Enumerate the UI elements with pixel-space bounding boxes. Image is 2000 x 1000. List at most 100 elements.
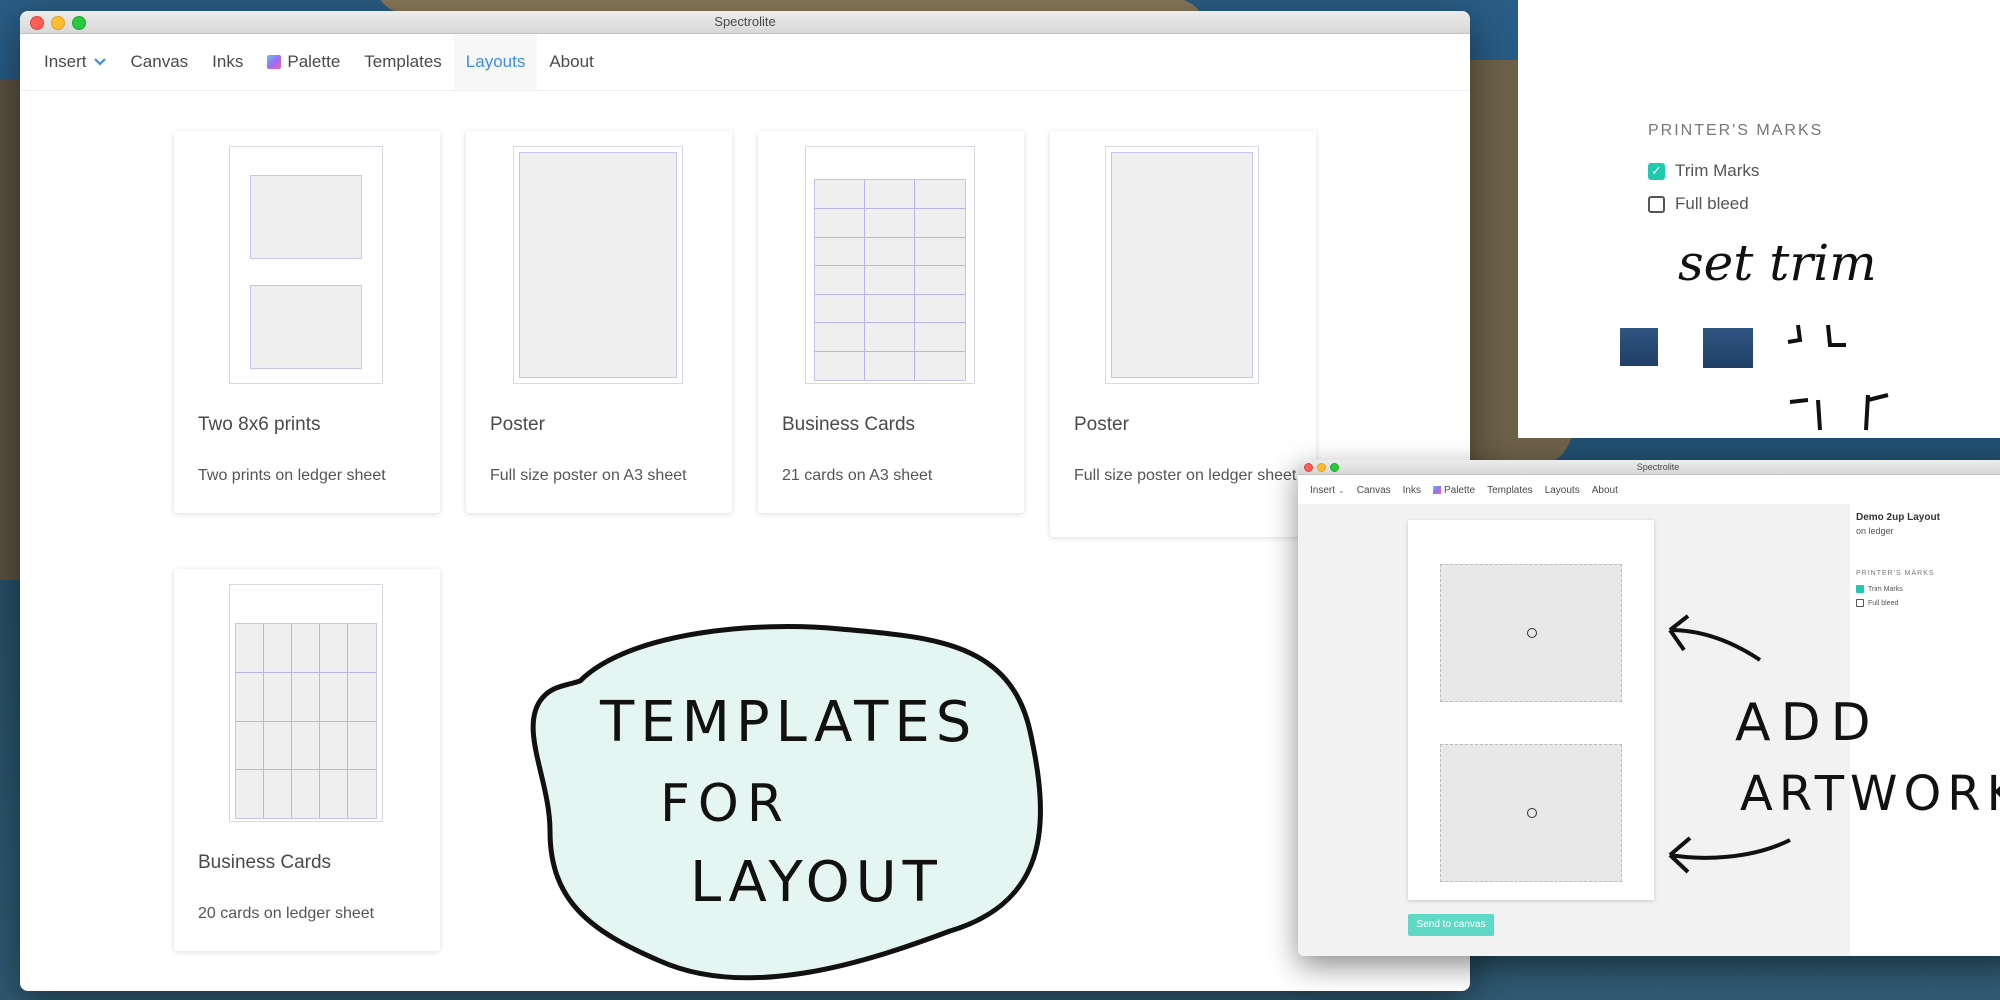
template-thumbnail [805,146,975,384]
menu-inks[interactable]: Inks [1397,485,1427,496]
menu-inks[interactable]: Inks [200,34,255,90]
template-description: 20 cards on ledger sheet [198,905,375,922]
menu-palette-label: Palette [287,52,341,71]
menu-templates[interactable]: Templates [1481,485,1539,496]
send-to-canvas-button[interactable]: Send to canvas [1408,914,1494,936]
set-trim-annotation: set trim [1678,234,1889,431]
printers-marks-panel: PRINTER'S MARKS ✓ Trim Marks Full bleed … [1518,0,2000,438]
close-button[interactable] [30,16,44,30]
window-controls [30,16,86,30]
artwork-text: ARTWORK [1740,766,2000,822]
full-bleed-label: Full bleed [1868,599,1899,607]
template-description: Full size poster on ledger sheet [1074,467,1297,484]
add-text: ADD [1735,693,1881,753]
template-card[interactable]: Poster Full size poster on A3 sheet [466,131,732,513]
layout-name: Demo 2up Layout [1856,512,1940,523]
layout-sheet [1408,520,1654,900]
menu-insert-label: Insert [1310,484,1336,496]
menu-canvas-label: Canvas [1356,484,1391,496]
template-thumbnail [1105,146,1259,384]
menu-templates-label: Templates [364,52,442,71]
template-title: Business Cards [198,852,332,873]
artwork-slot[interactable] [1440,744,1622,882]
menu-layouts-label: Layouts [1544,484,1580,496]
menu-canvas-label: Canvas [130,52,189,71]
templates-annotation-blob: TEMPLATES FOR LAYOUT [530,624,1043,981]
trim-marks-label: Trim Marks [1675,161,1760,180]
printers-marks-title: PRINTER'S MARKS [1648,122,1824,139]
layout-window-controls [1304,463,1339,472]
full-bleed-option[interactable]: Full bleed [1648,194,1749,214]
set-trim-text: set trim [1678,234,1877,292]
template-title: Business Cards [782,414,916,435]
template-thumbnail [229,584,383,822]
template-card[interactable]: Two 8x6 prints Two prints on ledger shee… [174,131,440,513]
palette-icon [267,55,282,69]
window-title: Spectrolite [714,14,776,29]
template-description: Full size poster on A3 sheet [490,467,687,484]
menu-canvas[interactable]: Canvas [119,34,201,90]
menu-bar: Insert Canvas Inks Palette Templates Lay… [20,34,1470,91]
menu-templates[interactable]: Templates [352,34,453,90]
menu-palette[interactable]: Palette [1427,485,1481,496]
minimize-button[interactable] [51,16,65,30]
palette-icon [1432,486,1441,494]
full-bleed-checkbox[interactable] [1648,195,1665,213]
menu-inks-label: Inks [1402,484,1421,496]
title-bar: Spectrolite [20,11,1470,34]
template-card[interactable]: Business Cards 21 cards on A3 sheet [758,131,1024,513]
close-button[interactable] [1304,463,1313,472]
menu-palette[interactable]: Palette [255,34,352,90]
layout-window-title: Spectrolite [1636,462,1680,472]
template-card[interactable]: Business Cards 20 cards on ledger sheet [174,569,440,951]
minimize-button[interactable] [1317,463,1326,472]
menu-insert[interactable]: Insert [32,34,119,90]
zoom-button[interactable] [1330,463,1339,472]
full-bleed-option[interactable]: Full bleed [1856,599,1898,607]
menu-about[interactable]: About [537,34,605,90]
menu-insert-label: Insert [44,52,87,71]
printers-marks-title: PRINTER'S MARKS [1856,570,1935,577]
menu-templates-label: Templates [1487,484,1533,496]
menu-insert[interactable]: Insert ⌄ [1304,485,1351,496]
template-thumbnail [229,146,383,384]
full-bleed-checkbox[interactable] [1856,599,1864,607]
template-title: Two 8x6 prints [198,414,321,435]
annotation-line-3: LAYOUT [690,850,943,915]
menu-about-label: About [1591,484,1618,496]
artwork-slot[interactable] [1440,564,1622,702]
trim-marks-label: Trim Marks [1868,585,1903,593]
template-description: 21 cards on A3 sheet [782,467,933,484]
menu-layouts[interactable]: Layouts [453,34,538,90]
template-title: Poster [1074,414,1129,435]
add-artwork-annotation: ADD ARTWORK [1668,614,2000,874]
template-card[interactable]: Poster Full size poster on ledger sheet [1050,131,1316,537]
trim-marks-option[interactable]: ✓ Trim Marks [1648,161,1759,181]
trim-preview-artwork [1620,328,1658,366]
menu-inks-label: Inks [212,52,244,71]
menu-canvas[interactable]: Canvas [1351,485,1397,496]
layout-sheet-label: on ledger [1856,526,1894,536]
menu-layouts[interactable]: Layouts [1539,485,1586,496]
template-description: Two prints on ledger sheet [198,467,386,484]
menu-about-label: About [549,52,594,71]
menu-palette-label: Palette [1443,484,1476,496]
layout-window-titlebar: Spectrolite [1298,460,2000,475]
menu-layouts-label: Layouts [465,52,526,71]
chevron-down-icon: ⌄ [1338,485,1345,495]
annotation-line-1: TEMPLATES [599,690,977,755]
menu-about[interactable]: About [1586,485,1624,496]
template-gallery: Two 8x6 prints Two prints on ledger shee… [20,91,1470,991]
annotation-line-2: FOR [660,774,791,834]
main-window: Spectrolite Insert Canvas Inks Palette T… [20,11,1470,991]
trim-marks-checkbox[interactable] [1856,585,1864,593]
trim-marks-option[interactable]: Trim Marks [1856,585,1903,593]
zoom-button[interactable] [72,16,86,30]
layout-window-menubar: Insert ⌄ Canvas Inks Palette Templates La… [1298,475,2000,506]
crosshair-icon [1527,628,1537,638]
trim-marks-checkbox[interactable]: ✓ [1648,162,1665,180]
crosshair-icon [1527,808,1537,818]
full-bleed-label: Full bleed [1675,194,1749,213]
chevron-down-icon [93,54,107,70]
template-title: Poster [490,414,545,435]
